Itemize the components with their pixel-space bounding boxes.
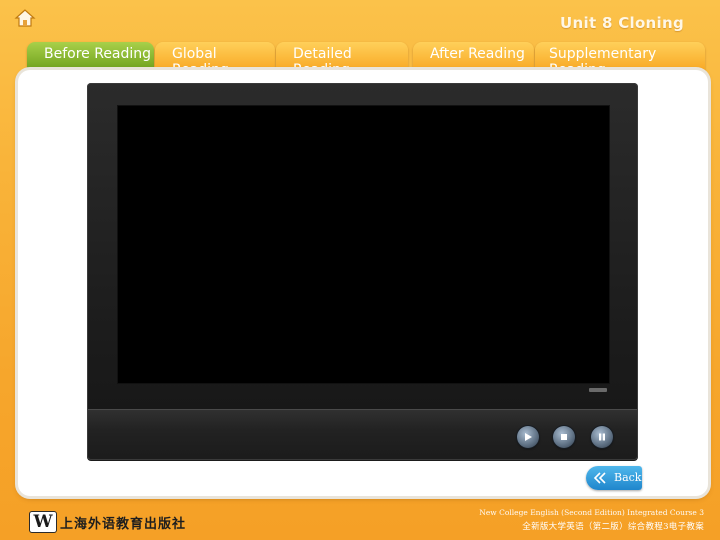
tab-global-reading[interactable]: Global Reading	[155, 42, 275, 72]
pause-icon	[599, 433, 605, 441]
back-label: Back	[614, 471, 642, 484]
publisher-name: 上海外语教育出版社	[60, 516, 187, 532]
course-footer: New College English (Second Edition) Int…	[479, 506, 704, 534]
tab-detailed-reading[interactable]: Detailed Reading	[276, 42, 408, 72]
tab-label: After Reading	[430, 46, 525, 62]
course-title-cn: 全新版大学英语（第二版）综合教程3电子教案	[522, 522, 704, 532]
back-button[interactable]: Back	[586, 466, 642, 490]
tab-label: Before Reading	[44, 46, 152, 62]
player-brand-mark	[589, 388, 607, 392]
video-player	[87, 83, 638, 461]
pause-button[interactable]	[591, 426, 613, 448]
tab-label: Detailed Reading	[293, 46, 352, 72]
publisher-logo: W	[30, 512, 56, 532]
play-button[interactable]	[517, 426, 539, 448]
video-screen[interactable]	[117, 105, 610, 384]
stop-icon	[561, 434, 567, 440]
double-chevron-left-icon	[593, 472, 606, 484]
tab-after-reading[interactable]: After Reading	[413, 42, 534, 72]
tab-supplementary-reading[interactable]: Supplementary Reading	[535, 42, 705, 72]
course-title-en: New College English (Second Edition) Int…	[479, 508, 704, 517]
stop-button[interactable]	[553, 426, 575, 448]
tab-label: Global Reading	[172, 46, 229, 72]
publisher-logo-block: W 上海外语教育出版社	[30, 510, 186, 534]
tab-label: Supplementary Reading	[549, 46, 657, 72]
section-tabs: Before Reading Global Reading Detailed R…	[0, 0, 720, 80]
tab-before-reading[interactable]: Before Reading	[27, 42, 154, 72]
play-icon	[525, 433, 532, 441]
